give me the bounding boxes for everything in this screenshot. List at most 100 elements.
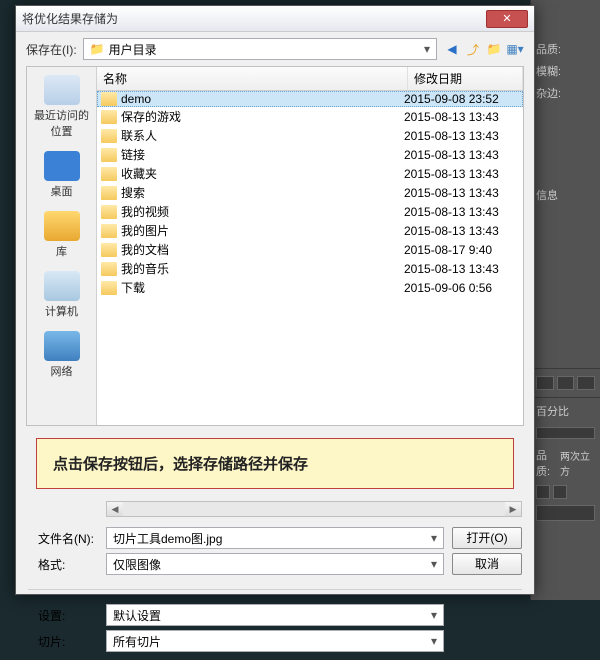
close-button[interactable]: ✕	[486, 10, 528, 28]
folder-icon	[101, 110, 117, 124]
file-name: 链接	[121, 146, 404, 163]
file-name: 保存的游戏	[121, 108, 404, 125]
folder-icon	[101, 224, 117, 238]
list-header: 名称 修改日期	[97, 67, 523, 91]
file-name: 我的音乐	[121, 260, 404, 277]
format-label: 格式:	[28, 556, 98, 573]
open-button[interactable]: 打开(O)	[452, 527, 522, 549]
file-date: 2015-08-13 13:43	[404, 205, 519, 219]
bg-slider[interactable]	[536, 427, 595, 439]
file-date: 2015-08-17 9:40	[404, 243, 519, 257]
places-bar: 最近访问的位置桌面库计算机网络	[27, 67, 97, 425]
file-date: 2015-08-13 13:43	[404, 262, 519, 276]
bg-info-label: 信息	[536, 187, 558, 203]
new-folder-icon[interactable]: 📁	[485, 40, 503, 58]
library-icon	[44, 211, 80, 241]
column-date[interactable]: 修改日期	[408, 67, 523, 90]
file-name: 下载	[121, 279, 404, 296]
bg-bottom-btn[interactable]	[536, 505, 595, 521]
save-dialog: 将优化结果存储为 ✕ 保存在(I): 📁用户目录 ◀ ⤴ 📁 ▦▾ 最近访问的位…	[15, 5, 535, 595]
bg-next-icon[interactable]	[553, 485, 567, 499]
file-name: 我的图片	[121, 222, 404, 239]
file-name: demo	[121, 92, 404, 106]
folder-icon	[101, 262, 117, 276]
slice-combo[interactable]: 所有切片	[106, 630, 444, 652]
horizontal-scrollbar[interactable]: ◀ ▶	[106, 501, 522, 517]
file-date: 2015-08-13 13:43	[404, 110, 519, 124]
file-row[interactable]: 保存的游戏2015-08-13 13:43	[97, 107, 523, 126]
bg-prev-icon[interactable]	[536, 485, 550, 499]
background-panel: 品质: 模糊: 杂边: 信息 百分比 品质:两次立方	[530, 0, 600, 600]
bg-quality2-label: 品质:	[536, 447, 558, 479]
settings-value: 默认设置	[113, 607, 161, 624]
place-desktop[interactable]: 桌面	[27, 147, 96, 207]
filename-input[interactable]: 切片工具demo图.jpg	[106, 527, 444, 549]
place-label: 库	[29, 243, 94, 259]
bg-quality2-value: 两次立方	[560, 448, 595, 478]
file-date: 2015-08-13 13:43	[404, 186, 519, 200]
back-icon[interactable]: ◀	[443, 40, 461, 58]
hint-box: 点击保存按钮后，选择存储路径并保存	[36, 438, 514, 489]
place-label: 最近访问的位置	[29, 107, 94, 139]
location-value: 用户目录	[109, 41, 157, 58]
up-icon[interactable]: ⤴	[464, 40, 482, 58]
folder-icon	[101, 92, 117, 106]
scroll-left-icon[interactable]: ◀	[107, 502, 123, 516]
file-row[interactable]: 联系人2015-08-13 13:43	[97, 126, 523, 145]
file-name: 收藏夹	[121, 165, 404, 182]
filename-value: 切片工具demo图.jpg	[113, 530, 222, 547]
folder-icon	[101, 148, 117, 162]
place-label: 计算机	[29, 303, 94, 319]
file-row[interactable]: 我的视频2015-08-13 13:43	[97, 202, 523, 221]
place-label: 网络	[29, 363, 94, 379]
toolbar: 保存在(I): 📁用户目录 ◀ ⤴ 📁 ▦▾	[16, 32, 534, 66]
bg-icon[interactable]	[536, 376, 554, 390]
cancel-button[interactable]: 取消	[452, 553, 522, 575]
folder-icon	[101, 281, 117, 295]
file-list: 名称 修改日期 demo2015-09-08 23:52保存的游戏2015-08…	[97, 67, 523, 425]
file-row[interactable]: 搜索2015-08-13 13:43	[97, 183, 523, 202]
settings-combo[interactable]: 默认设置	[106, 604, 444, 626]
window-title: 将优化结果存储为	[22, 10, 486, 27]
settings-label: 设置:	[28, 607, 98, 624]
slice-label: 切片:	[28, 633, 98, 650]
column-name[interactable]: 名称	[97, 67, 408, 90]
save-in-label: 保存在(I):	[26, 41, 77, 58]
bg-quality-label: 品质:	[536, 41, 561, 57]
bg-icon[interactable]	[557, 376, 575, 390]
file-name: 我的视频	[121, 203, 404, 220]
location-combo[interactable]: 📁用户目录	[83, 38, 437, 60]
folder-icon	[101, 205, 117, 219]
network-icon	[44, 331, 80, 361]
format-combo[interactable]: 仅限图像	[106, 553, 444, 575]
file-name: 我的文档	[121, 241, 404, 258]
folder-icon	[101, 186, 117, 200]
file-row[interactable]: 我的音乐2015-08-13 13:43	[97, 259, 523, 278]
file-row[interactable]: 我的文档2015-08-17 9:40	[97, 240, 523, 259]
place-network[interactable]: 网络	[27, 327, 96, 387]
file-date: 2015-08-13 13:43	[404, 167, 519, 181]
bg-icon-row	[531, 371, 600, 395]
recent-icon	[44, 75, 80, 105]
file-row[interactable]: 收藏夹2015-08-13 13:43	[97, 164, 523, 183]
bg-misc-label: 杂边:	[536, 85, 561, 101]
file-date: 2015-09-06 0:56	[404, 281, 519, 295]
file-date: 2015-08-13 13:43	[404, 129, 519, 143]
place-library[interactable]: 库	[27, 207, 96, 267]
file-date: 2015-08-13 13:43	[404, 148, 519, 162]
file-name: 搜索	[121, 184, 404, 201]
place-computer[interactable]: 计算机	[27, 267, 96, 327]
bg-percent-label: 百分比	[536, 403, 569, 419]
folder-icon	[101, 243, 117, 257]
file-row[interactable]: 我的图片2015-08-13 13:43	[97, 221, 523, 240]
view-icon[interactable]: ▦▾	[506, 40, 524, 58]
place-recent[interactable]: 最近访问的位置	[27, 71, 96, 147]
bg-icon[interactable]	[577, 376, 595, 390]
scroll-right-icon[interactable]: ▶	[505, 502, 521, 516]
file-row[interactable]: 下载2015-09-06 0:56	[97, 278, 523, 297]
file-row[interactable]: demo2015-09-08 23:52	[97, 91, 523, 107]
desktop-icon	[44, 151, 80, 181]
format-value: 仅限图像	[113, 556, 161, 573]
file-row[interactable]: 链接2015-08-13 13:43	[97, 145, 523, 164]
bg-blur-label: 模糊:	[536, 63, 561, 79]
